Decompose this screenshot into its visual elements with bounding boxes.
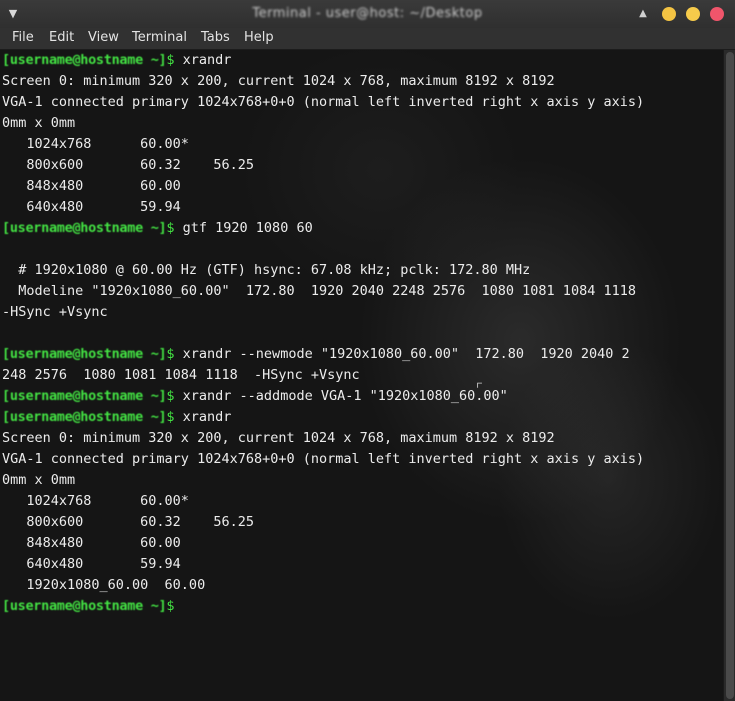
output-line: VGA-1 connected primary 1024x768+0+0 (no… — [2, 94, 645, 110]
prompt-line: [username@hostname ~]$ xrandr — [2, 407, 231, 428]
minimize-button[interactable] — [662, 7, 676, 21]
prompt-user-host: [username@hostname ~] — [2, 346, 167, 362]
menu-terminal[interactable]: Terminal — [132, 30, 187, 46]
prompt-symbol: $ — [166, 346, 183, 362]
output-line: 640x480 59.94 — [2, 556, 181, 572]
prompt-line: [username@hostname ~]$ xrandr --addmode … — [2, 386, 508, 407]
output-line: 800x600 60.32 56.25 — [2, 157, 254, 173]
menu-file[interactable]: File — [12, 30, 34, 46]
prompt-symbol: $ — [166, 52, 183, 68]
title-bar[interactable]: ▼ Terminal - user@host: ~/Desktop ▲ — [0, 0, 735, 29]
prompt-line: [username@hostname ~]$ xrandr --newmode … — [2, 344, 630, 365]
output-line: 640x480 59.94 — [2, 199, 181, 215]
output-line: 1024x768 60.00* — [2, 493, 189, 509]
prompt-user-host: [username@hostname ~] — [2, 409, 167, 425]
menu-help[interactable]: Help — [244, 30, 274, 46]
scrollbar-thumb[interactable] — [726, 52, 734, 699]
output-line: 1024x768 60.00* — [2, 136, 189, 152]
output-line: # 1920x1080 @ 60.00 Hz (GTF) hsync: 67.0… — [2, 262, 531, 278]
prompt-user-host: [username@hostname ~] — [2, 52, 167, 68]
prompt-user-host: [username@hostname ~] — [2, 220, 167, 236]
menu-edit[interactable]: Edit — [49, 30, 74, 46]
window-title: Terminal - user@host: ~/Desktop — [252, 6, 483, 21]
vertical-scrollbar[interactable] — [723, 50, 735, 701]
menu-view[interactable]: View — [88, 30, 119, 46]
output-line: VGA-1 connected primary 1024x768+0+0 (no… — [2, 451, 645, 467]
prompt-user-host: [username@hostname ~] — [2, 598, 167, 614]
command-text: gtf 1920 1080 60 — [182, 220, 313, 236]
prompt-line: [username@hostname ~]$ — [2, 596, 183, 617]
output-line: 800x600 60.32 56.25 — [2, 514, 254, 530]
ibeam-cursor-icon: ⌜ — [475, 379, 485, 397]
output-line: 248 2576 1080 1081 1084 1118 -HSync +Vsy… — [2, 367, 360, 383]
prompt-symbol: $ — [166, 388, 183, 404]
terminal-output[interactable]: [username@hostname ~]$ xrandr Screen 0: m… — [0, 50, 723, 701]
prompt-line: [username@hostname ~]$ gtf 1920 1080 60 — [2, 218, 313, 239]
menu-tabs[interactable]: Tabs — [201, 30, 230, 46]
prompt-line: [username@hostname ~]$ xrandr — [2, 50, 231, 71]
maximize-button[interactable] — [686, 7, 700, 21]
output-line: 848x480 60.00 — [2, 178, 181, 194]
command-text: xrandr --addmode VGA-1 "1920x1080_60.00" — [182, 388, 508, 404]
menu-bar: File Edit View Terminal Tabs Help — [0, 28, 735, 50]
output-line: 848x480 60.00 — [2, 535, 181, 551]
command-text: xrandr — [182, 52, 232, 68]
output-line: Screen 0: minimum 320 x 200, current 102… — [2, 73, 555, 89]
shade-chevron-up-icon[interactable]: ▲ — [636, 7, 650, 21]
prompt-symbol: $ — [166, 598, 183, 614]
prompt-symbol: $ — [166, 409, 183, 425]
output-line: Modeline "1920x1080_60.00" 172.80 1920 2… — [2, 283, 636, 299]
output-line: 1920x1080_60.00 60.00 — [2, 577, 206, 593]
output-line: Screen 0: minimum 320 x 200, current 102… — [2, 430, 555, 446]
output-line: 0mm x 0mm — [2, 472, 76, 488]
prompt-symbol: $ — [166, 220, 183, 236]
terminal-window: ▼ Terminal - user@host: ~/Desktop ▲ File… — [0, 0, 735, 701]
command-text: xrandr --newmode "1920x1080_60.00" 172.8… — [182, 346, 630, 362]
prompt-user-host: [username@hostname ~] — [2, 388, 167, 404]
output-line: 0mm x 0mm — [2, 115, 76, 131]
output-line: -HSync +Vsync — [2, 304, 108, 320]
close-button[interactable] — [710, 7, 724, 21]
command-text: xrandr — [182, 409, 232, 425]
